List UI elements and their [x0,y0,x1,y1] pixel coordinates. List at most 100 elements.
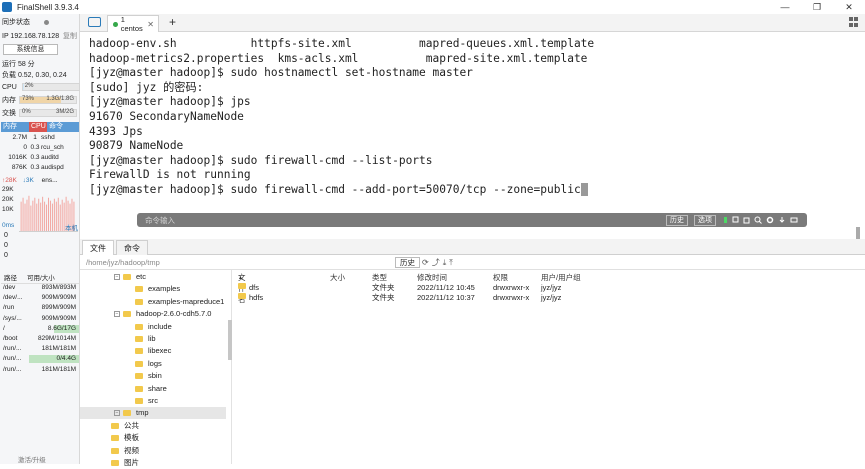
header-owner[interactable]: 用户/用户组 [541,272,581,283]
terminal[interactable]: hadoop-env.sh httpfs-site.xml mapred-que… [80,32,860,245]
tree-item[interactable]: src [80,395,226,407]
tree-item[interactable]: include [80,321,226,333]
close-tab-icon[interactable]: ✕ [147,20,154,29]
cpu-row: CPU 2% [2,82,80,92]
latency-host-select[interactable]: 本机 [65,222,78,232]
window-title: FinalShell 3.9.3.4 [17,2,79,12]
tree-item[interactable]: examples-mapreduce1 [80,296,226,308]
folder-icon [135,298,143,305]
mem-row: 内存 73% 1.3G/1.8G [2,95,77,105]
system-info-button[interactable]: 系统信息 [3,44,58,55]
proc-cpu-header[interactable]: CPU [29,122,47,132]
tree-item[interactable]: sbin [80,370,226,382]
tree-item[interactable]: − etc [80,271,226,283]
proc-cmd-header[interactable]: 命令 [47,122,79,132]
disk-row: /sys/... 909M/909M [1,314,79,324]
maximize-button[interactable]: ❐ [801,0,833,14]
header-name[interactable]: 文件名 ▲ [238,272,246,304]
proc-mem-header[interactable]: 内存 [1,122,29,132]
command-options-button[interactable]: 选项 [694,215,716,226]
tree-item[interactable]: examples [80,283,226,295]
disk-row: / 8.6G/17G [1,324,79,334]
folder-icon [111,447,119,454]
add-tab-button[interactable]: + [169,15,176,29]
parent-folder-icon[interactable]: ⤴ [432,258,443,267]
folder-icon [123,274,131,280]
tree-item[interactable]: lib [80,333,226,345]
tree-item[interactable]: 模板 [80,432,226,444]
tree-item[interactable]: libexec [80,345,226,357]
copy-ip-link[interactable]: 复制 [63,33,77,40]
activate-upgrade-link[interactable]: 激活/升级 [18,454,46,464]
header-mtime[interactable]: 修改时间 [417,272,447,283]
tree-item-label: 公共 [124,420,139,430]
tree-item-label: share [148,383,167,393]
net-scale-label: 29K [2,186,14,193]
tree-item[interactable]: − tmp [80,407,226,420]
title-bar: FinalShell 3.9.3.4 — ❐ ✕ [0,0,865,14]
tab-centos[interactable]: 1 centos ✕ [107,15,159,33]
tree-item[interactable]: 视频 [80,445,226,457]
grid-view-icon[interactable] [849,17,859,27]
process-row[interactable]: 0 0.3 rcu_sch [1,143,79,153]
disk-usage-value: 8.6G/17G [47,324,76,332]
tree-item[interactable]: 图片 [80,457,226,469]
process-row[interactable]: 2.7M 1 sshd [1,133,79,143]
tree-item[interactable]: 公共 [80,420,226,432]
disk-usage-value: 181M/181M [41,365,76,373]
header-size[interactable]: 大小 [330,272,345,283]
window-icon[interactable] [790,216,798,224]
file-row[interactable]: dfs 文件夹 2022/11/12 10:45 drwxrwxr-x jyz/jyz [235,283,595,293]
folder-icon[interactable] [88,17,101,27]
proc-cmd: rcu_sch [41,144,64,151]
upload-file-icon[interactable]: ⤒ [449,258,456,267]
tree-scrollbar[interactable] [228,320,232,360]
file-row[interactable]: hdfs 文件夹 2022/11/12 10:37 drwxrwxr-x jyz/jyz [235,293,595,303]
gear-icon[interactable] [766,216,774,224]
tab-files[interactable]: 文件 [82,240,114,255]
disk-usage: 181M/181M [27,344,79,354]
tree-item-label: 模板 [124,433,139,443]
proc-mem: 0 [23,144,27,151]
search-icon[interactable] [754,216,762,224]
minimize-button[interactable]: — [769,0,801,14]
expand-toggle-icon[interactable]: − [114,311,120,318]
process-row[interactable]: 1016K 0.3 auditd [1,153,79,163]
expand-toggle-icon[interactable]: − [114,410,120,417]
proc-mem: 1016K [8,154,27,161]
proc-mem: 2.7M [12,134,27,141]
expand-toggle-icon[interactable]: − [114,274,120,280]
command-history-button[interactable]: 历史 [666,215,688,226]
file-mtime: 2022/11/12 10:45 [417,283,475,292]
folder-icon [111,460,119,466]
net-download: ↓3K [22,177,34,184]
tab-commands[interactable]: 命令 [116,240,148,255]
terminal-line: FirewallD is not running [89,168,251,182]
folder-icon [135,323,143,330]
connected-status-icon [113,21,118,27]
command-input-placeholder: 命令输入 [145,216,175,225]
send-icon[interactable] [722,216,730,224]
copy-icon[interactable] [732,216,740,224]
process-row[interactable]: 876K 0.3 audispd [1,163,79,173]
tree-item[interactable]: share [80,383,226,395]
path-history-button[interactable]: 历史 [395,257,420,268]
sync-label: 同步状态 [2,19,30,26]
paste-icon[interactable] [742,216,750,224]
swap-value: 3M/2G [55,109,74,115]
disk-row: /run/... 181M/181M [1,365,79,375]
refresh-icon[interactable]: ⟳ [422,258,432,267]
tree-item-label: libexec [148,346,172,356]
path-input[interactable]: /home/jyz/hadoop/tmp [84,257,392,269]
disk-row: /dev/... 909M/909M [1,293,79,303]
net-interface-select[interactable]: ens... [42,177,58,184]
tree-item[interactable]: logs [80,358,226,370]
tree-item[interactable]: − hadoop-2.6.0-cdh5.7.0 [80,308,226,320]
close-window-button[interactable]: ✕ [833,0,865,14]
header-permissions[interactable]: 权限 [493,272,508,283]
sync-status: 同步状态 [2,17,49,27]
command-input-bar[interactable]: 命令输入 历史 选项 [137,213,807,227]
download-icon[interactable] [778,216,786,224]
proc-cpu: 0.3 [30,144,40,151]
header-type[interactable]: 类型 [372,272,387,283]
